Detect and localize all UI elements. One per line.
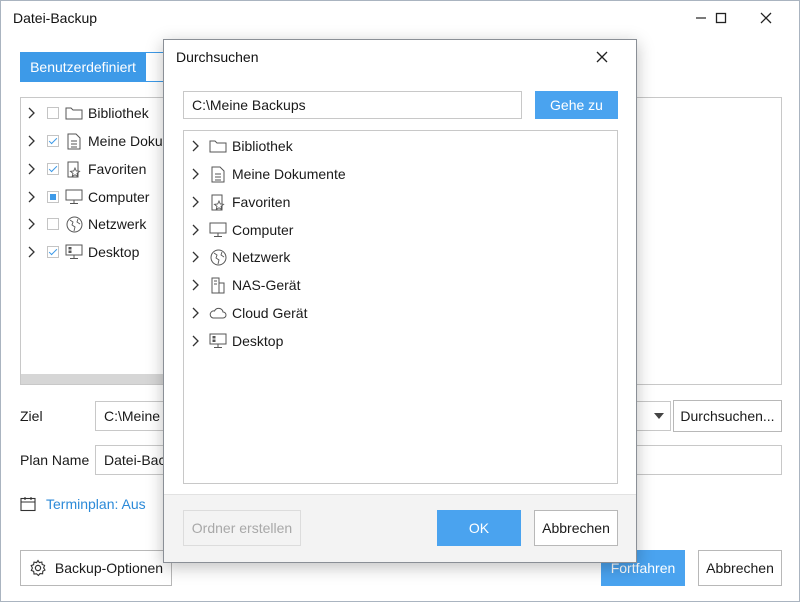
chevron-right-icon[interactable]	[189, 278, 201, 292]
checkbox[interactable]	[47, 191, 59, 203]
source-item-favorites[interactable]: Favoriten	[25, 157, 146, 181]
document-icon	[209, 165, 227, 183]
chevron-down-icon[interactable]	[647, 401, 671, 431]
ok-button[interactable]: OK	[437, 510, 521, 546]
tab-custom[interactable]: Benutzerdefiniert	[20, 52, 146, 82]
favorites-icon	[65, 160, 83, 178]
folder-item-label: Bibliothek	[232, 138, 293, 154]
network-icon	[65, 215, 83, 233]
folder-item-label: Netzwerk	[232, 249, 291, 265]
folder-item-favorites[interactable]: Favoriten	[189, 190, 290, 214]
chevron-right-icon[interactable]	[189, 195, 201, 209]
dialog-close-button[interactable]	[588, 44, 616, 70]
close-icon	[760, 12, 772, 24]
chevron-right-icon[interactable]	[189, 306, 201, 320]
folder-item-cloud[interactable]: Cloud Gerät	[189, 301, 307, 325]
network-icon	[209, 248, 227, 266]
backup-options-button[interactable]: Backup-Optionen	[20, 550, 172, 586]
new-folder-button[interactable]: Ordner erstellen	[183, 510, 301, 546]
computer-icon	[65, 188, 83, 206]
checkbox[interactable]	[47, 246, 59, 258]
plan-name-label: Plan Name	[20, 452, 90, 468]
chevron-right-icon[interactable]	[189, 250, 201, 264]
folder-item-label: Cloud Gerät	[232, 305, 308, 321]
chevron-right-icon[interactable]	[25, 106, 37, 120]
calendar-icon[interactable]	[20, 496, 36, 515]
folder-icon	[65, 104, 83, 122]
cloud-icon	[209, 304, 227, 322]
source-item-label: Meine Dokun	[88, 133, 171, 149]
gear-icon	[30, 559, 46, 577]
dialog-cancel-button[interactable]: Abbrechen	[534, 510, 618, 546]
source-item-label: Desktop	[88, 244, 140, 260]
schedule-link[interactable]: Terminplan: Aus	[46, 496, 146, 512]
folder-item-computer[interactable]: Computer	[189, 218, 293, 242]
desktop-icon	[65, 243, 83, 261]
chevron-right-icon[interactable]	[189, 167, 201, 181]
target-label: Ziel	[20, 408, 43, 424]
path-input[interactable]: C:\Meine Backups	[183, 91, 522, 119]
folder-item-label: Desktop	[232, 333, 284, 349]
checkbox[interactable]	[47, 107, 59, 119]
checkbox[interactable]	[47, 163, 59, 175]
favorites-icon	[209, 193, 227, 211]
maximize-icon	[715, 12, 727, 24]
chevron-right-icon[interactable]	[25, 162, 37, 176]
chevron-right-icon[interactable]	[25, 190, 37, 204]
folder-icon	[209, 137, 227, 155]
dialog-title: Durchsuchen	[176, 49, 259, 65]
folder-item-desktop[interactable]: Desktop	[189, 329, 283, 353]
folder-item-label: Meine Dokumente	[232, 166, 346, 182]
folder-item-label: Computer	[232, 222, 294, 238]
chevron-right-icon[interactable]	[189, 223, 201, 237]
desktop-icon	[209, 332, 227, 350]
source-item-label: Netzwerk	[88, 216, 147, 232]
folder-item-label: Favoriten	[232, 194, 291, 210]
chevron-right-icon[interactable]	[189, 334, 201, 348]
cancel-button[interactable]: Abbrechen	[698, 550, 782, 586]
computer-icon	[209, 221, 227, 239]
goto-button[interactable]: Gehe zu	[535, 91, 618, 119]
checkbox[interactable]	[47, 135, 59, 147]
source-item-label: Favoriten	[88, 161, 147, 177]
window-title: Datei-Backup	[13, 10, 98, 26]
chevron-right-icon[interactable]	[25, 245, 37, 259]
source-item-label: Bibliothek	[88, 105, 149, 121]
folder-item-nas[interactable]: NAS-Gerät	[189, 273, 300, 297]
browse-button[interactable]: Durchsuchen...	[673, 400, 782, 432]
nas-icon	[209, 276, 227, 294]
folder-item-label: NAS-Gerät	[232, 277, 301, 293]
folder-item-documents[interactable]: Meine Dokumente	[189, 162, 346, 186]
backup-options-label: Backup-Optionen	[54, 560, 164, 576]
source-item-network[interactable]: Netzwerk	[25, 212, 146, 236]
folder-item-library[interactable]: Bibliothek	[189, 134, 293, 158]
source-item-documents[interactable]: Meine Dokun	[25, 129, 171, 153]
chevron-right-icon[interactable]	[189, 139, 201, 153]
close-icon	[596, 51, 608, 63]
source-item-computer[interactable]: Computer	[25, 185, 149, 209]
maximize-button[interactable]	[701, 5, 741, 31]
checkbox[interactable]	[47, 218, 59, 230]
source-item-library[interactable]: Bibliothek	[25, 101, 149, 125]
source-item-desktop[interactable]: Desktop	[25, 240, 139, 264]
document-icon	[65, 132, 83, 150]
folder-item-network[interactable]: Netzwerk	[189, 245, 290, 269]
horizontal-scrollbar[interactable]	[21, 374, 166, 384]
source-item-label: Computer	[88, 189, 150, 205]
browse-dialog: Durchsuchen C:\Meine Backups Gehe zu Bib…	[163, 39, 637, 563]
chevron-right-icon[interactable]	[25, 134, 37, 148]
chevron-right-icon[interactable]	[25, 217, 37, 231]
close-button[interactable]	[746, 5, 786, 31]
